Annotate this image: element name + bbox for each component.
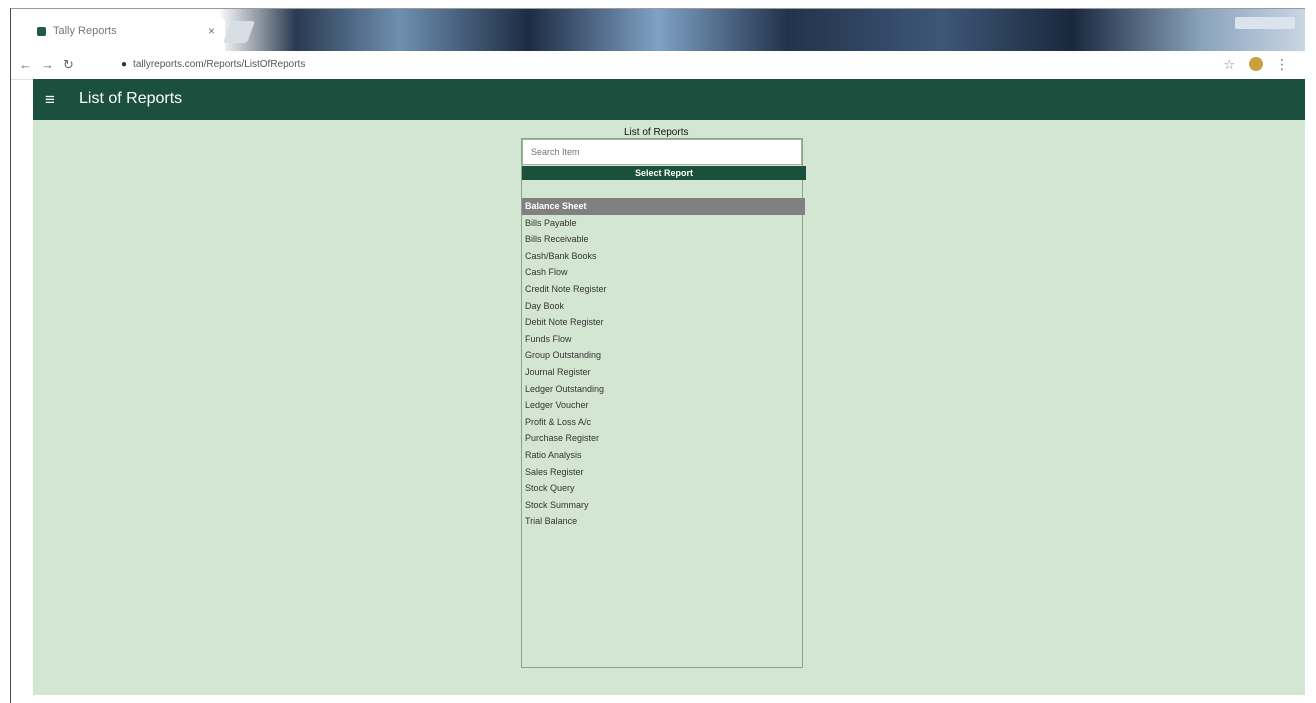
report-item[interactable]: Bills Receivable bbox=[522, 231, 805, 248]
lock-icon: ● bbox=[121, 59, 128, 70]
report-item[interactable]: Ledger Outstanding bbox=[522, 381, 805, 398]
back-icon[interactable]: ← bbox=[19, 57, 32, 72]
app-header: ≡ List of Reports bbox=[33, 79, 1305, 120]
main-content: List of Reports Select Report Balance Sh… bbox=[33, 120, 1305, 695]
report-item[interactable]: Credit Note Register bbox=[522, 281, 805, 298]
report-item[interactable]: Funds Flow bbox=[522, 331, 805, 348]
new-tab-button[interactable] bbox=[222, 21, 256, 43]
report-item[interactable]: Stock Query bbox=[522, 480, 805, 497]
close-tab-icon[interactable]: × bbox=[208, 24, 215, 38]
report-item[interactable]: Profit & Loss A/c bbox=[522, 414, 805, 431]
browser-menu-icon[interactable]: ⋮ bbox=[1275, 56, 1289, 73]
address-text: tallyreports.com/Reports/ListOfReports bbox=[133, 59, 306, 70]
reload-icon[interactable]: ↻ bbox=[63, 57, 74, 73]
report-item[interactable]: Bills Payable bbox=[522, 215, 805, 232]
browser-toolbar: ← → ↻ ● tallyreports.com/Reports/ListOfRe… bbox=[11, 51, 1305, 80]
bookmark-star-icon[interactable]: ☆ bbox=[1223, 57, 1235, 73]
report-panel: Select Report Balance SheetBills Payable… bbox=[521, 138, 806, 668]
report-item[interactable]: Cash/Bank Books bbox=[522, 248, 805, 265]
report-list[interactable]: Balance Sheet Bills Payable Bills Receivab… bbox=[522, 198, 805, 530]
tab-title: Tally Reports bbox=[53, 25, 117, 37]
report-item[interactable]: Ratio Analysis bbox=[522, 447, 805, 464]
forward-icon[interactable]: → bbox=[41, 57, 54, 72]
page-title: List of Reports bbox=[79, 90, 183, 107]
search-input[interactable] bbox=[522, 139, 802, 165]
report-item[interactable]: Sales Register bbox=[522, 464, 805, 481]
report-item[interactable]: Stock Summary bbox=[522, 497, 805, 514]
address-bar[interactable]: ● tallyreports.com/Reports/ListOfReports bbox=[121, 56, 541, 74]
browser-window: Tally Reports × ← → ↻ ● tallyreports.com/… bbox=[10, 8, 1305, 703]
hamburger-menu-icon[interactable]: ≡ bbox=[45, 91, 55, 108]
report-item[interactable]: Cash Flow bbox=[522, 264, 805, 281]
report-item[interactable]: Group Outstanding bbox=[522, 347, 805, 364]
report-item[interactable]: Balance Sheet bbox=[522, 198, 805, 215]
report-item[interactable]: Ledger Voucher bbox=[522, 397, 805, 414]
window-controls[interactable] bbox=[1235, 17, 1295, 29]
favicon-icon bbox=[37, 27, 46, 36]
select-report-header: Select Report bbox=[522, 166, 806, 180]
report-item[interactable]: Purchase Register bbox=[522, 430, 805, 447]
report-item[interactable]: Trial Balance bbox=[522, 513, 805, 530]
report-item[interactable]: Journal Register bbox=[522, 364, 805, 381]
report-item[interactable]: Day Book bbox=[522, 298, 805, 315]
tab-strip: Tally Reports × bbox=[11, 9, 1305, 51]
report-item[interactable]: Debit Note Register bbox=[522, 314, 805, 331]
extension-icon[interactable] bbox=[1249, 57, 1263, 71]
browser-tab[interactable]: Tally Reports × bbox=[25, 17, 225, 51]
